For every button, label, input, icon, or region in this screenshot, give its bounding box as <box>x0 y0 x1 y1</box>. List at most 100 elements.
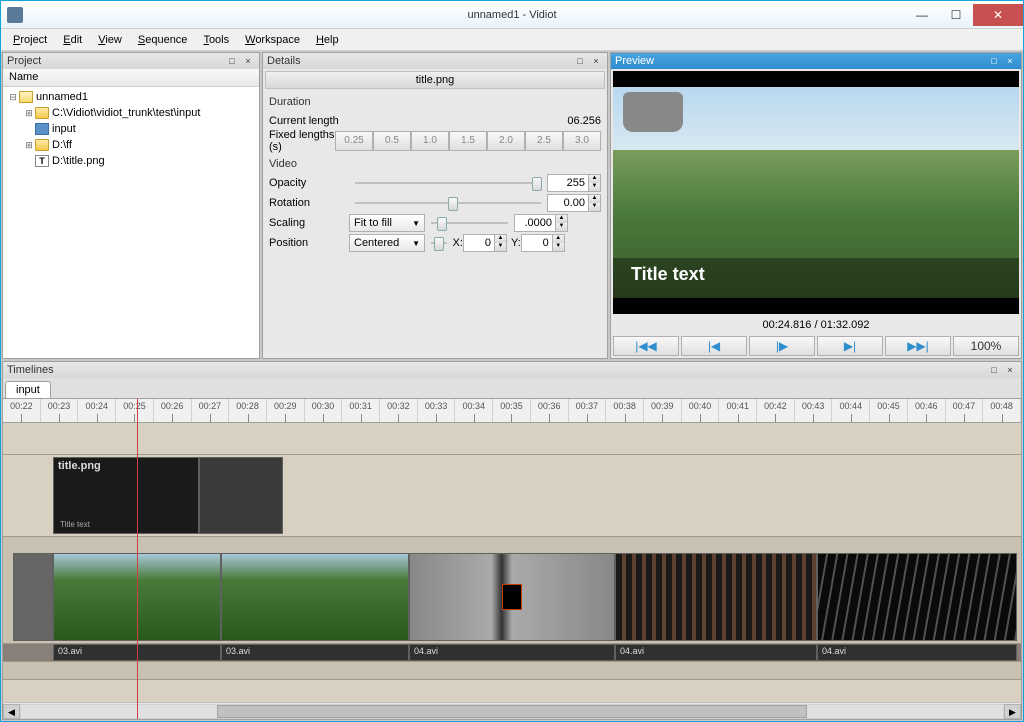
tree-expander-icon[interactable]: ⊞ <box>23 108 35 119</box>
fixed-length-button[interactable]: 0.5 <box>373 131 411 151</box>
rotation-slider[interactable] <box>355 193 541 213</box>
tree-item[interactable]: ⊞D:\ff <box>3 137 259 153</box>
ruler-tick: 00:33 <box>418 399 456 422</box>
details-panel-title: Details <box>267 55 301 67</box>
audio-clip[interactable]: 03.avi <box>221 644 409 661</box>
video-clip[interactable]: 04.avi <box>817 553 1017 641</box>
project-panel-header[interactable]: Project □ × <box>3 53 259 69</box>
preview-panel-header[interactable]: Preview □ × <box>611 53 1021 69</box>
maximize-button[interactable]: ☐ <box>939 4 973 26</box>
transport-home-button[interactable]: |◀◀ <box>613 336 679 356</box>
app-icon <box>7 7 23 23</box>
current-length-value: 06.256 <box>567 115 601 127</box>
scaling-slider[interactable] <box>431 213 508 233</box>
panel-close-icon[interactable]: × <box>1003 364 1017 376</box>
fixed-length-button[interactable]: 1.0 <box>411 131 449 151</box>
timeline-scrollbar[interactable]: ◀ ▶ <box>3 702 1021 719</box>
scroll-left-icon[interactable]: ◀ <box>3 704 20 719</box>
fixed-length-button[interactable]: 0.25 <box>335 131 373 151</box>
panel-close-icon[interactable]: × <box>1003 55 1017 67</box>
tree-expander-icon[interactable]: ⊟ <box>7 92 19 103</box>
minimize-button[interactable]: — <box>905 4 939 26</box>
menu-workspace[interactable]: Workspace <box>237 32 308 48</box>
clip-thumbnail <box>222 554 408 640</box>
panel-max-icon[interactable]: □ <box>573 55 587 67</box>
preview-zoom[interactable]: 100% <box>953 336 1019 356</box>
menu-view[interactable]: View <box>90 32 130 48</box>
fixed-length-button[interactable]: 3.0 <box>563 131 601 151</box>
menu-help[interactable]: Help <box>308 32 347 48</box>
transport-prev-button[interactable]: |◀ <box>681 336 747 356</box>
position-x-value[interactable]: 0 <box>463 234 495 252</box>
position-combo[interactable]: Centered▼ <box>349 234 425 252</box>
track-gap <box>3 662 1021 680</box>
position-slider[interactable] <box>431 233 447 253</box>
transport-play-button[interactable]: |▶ <box>749 336 815 356</box>
title-track[interactable]: title.png Title text <box>3 455 1021 537</box>
position-x-label: X: <box>453 237 463 249</box>
scroll-thumb[interactable] <box>217 705 806 718</box>
clip-thumbnail <box>616 554 816 640</box>
position-y-value[interactable]: 0 <box>521 234 553 252</box>
scaling-spinner[interactable]: ▲▼ <box>556 214 568 232</box>
rotation-value[interactable]: 0.00 <box>547 194 589 212</box>
video-clip[interactable]: 03.avi <box>221 553 409 641</box>
panel-max-icon[interactable]: □ <box>987 364 1001 376</box>
preview-viewport[interactable]: Title text <box>613 71 1019 314</box>
opacity-slider[interactable] <box>355 173 541 193</box>
details-panel-header[interactable]: Details □ × <box>263 53 607 69</box>
scaling-combo[interactable]: Fit to fill▼ <box>349 214 425 232</box>
title-clip-tail[interactable] <box>199 457 283 534</box>
tree-item[interactable]: ⊞ C:\Vidiot\vidiot_trunk\test\input <box>3 105 259 121</box>
tree-item[interactable]: TD:\title.png <box>3 153 259 169</box>
fixed-length-button[interactable]: 2.0 <box>487 131 525 151</box>
menu-edit[interactable]: Edit <box>55 32 90 48</box>
audio-clip[interactable]: 04.avi <box>409 644 615 661</box>
file-t-icon: T <box>35 155 49 167</box>
audio-clip[interactable]: 04.avi <box>615 644 817 661</box>
rotation-spinner[interactable]: ▲▼ <box>589 194 601 212</box>
title-clip[interactable]: title.png Title text <box>53 457 199 534</box>
panel-max-icon[interactable]: □ <box>225 55 239 67</box>
opacity-spinner[interactable]: ▲▼ <box>589 174 601 192</box>
ruler-tick: 00:24 <box>78 399 116 422</box>
playhead[interactable] <box>137 399 138 719</box>
menu-project[interactable]: Project <box>5 32 55 48</box>
window-title: unnamed1 - Vidiot <box>467 9 556 21</box>
video-track[interactable]: 03.avi03.avi04.avi04.avi04.avi <box>3 537 1021 644</box>
timeline-tab[interactable]: input <box>5 381 51 398</box>
tree-item[interactable]: input <box>3 121 259 137</box>
video-clip[interactable]: 04.avi <box>615 553 817 641</box>
scaling-value[interactable]: .0000 <box>514 214 556 232</box>
duration-header: Duration <box>269 96 601 108</box>
fixed-length-button[interactable]: 2.5 <box>525 131 563 151</box>
current-length-label: Current length <box>269 115 349 127</box>
tree-item[interactable]: ⊟unnamed1 <box>3 89 259 105</box>
rotation-label: Rotation <box>269 197 349 209</box>
panel-max-icon[interactable]: □ <box>987 55 1001 67</box>
tree-item-label: C:\Vidiot\vidiot_trunk\test\input <box>52 107 200 119</box>
panel-close-icon[interactable]: × <box>241 55 255 67</box>
transport-next-button[interactable]: ▶| <box>817 336 883 356</box>
fixed-length-button[interactable]: 1.5 <box>449 131 487 151</box>
audio-track[interactable]: 03.avi03.avi04.avi04.avi04.avi <box>3 644 1021 662</box>
audio-clip[interactable]: 04.avi <box>817 644 1017 661</box>
position-x-spinner[interactable]: ▲▼ <box>495 234 507 252</box>
position-y-spinner[interactable]: ▲▼ <box>553 234 565 252</box>
ruler-tick: 00:34 <box>455 399 493 422</box>
opacity-value[interactable]: 255 <box>547 174 589 192</box>
menu-tools[interactable]: Tools <box>195 32 237 48</box>
timelines-panel-header[interactable]: Timelines □ × <box>3 362 1021 378</box>
tree-expander-icon[interactable]: ⊞ <box>23 140 35 151</box>
timeline-ruler[interactable]: 00:2200:2300:2400:2500:2600:2700:2800:29… <box>3 399 1021 423</box>
menu-sequence[interactable]: Sequence <box>130 32 196 48</box>
scroll-right-icon[interactable]: ▶ <box>1004 704 1021 719</box>
preview-panel-title: Preview <box>615 55 654 67</box>
close-button[interactable]: ✕ <box>973 4 1023 26</box>
video-clip[interactable]: 04.avi <box>409 553 615 641</box>
panel-close-icon[interactable]: × <box>589 55 603 67</box>
project-panel: Project □ × Name ⊟unnamed1 ⊞ C:\Vidiot\vid… <box>2 52 260 359</box>
folder-icon <box>35 139 49 151</box>
transport-end-button[interactable]: ▶▶| <box>885 336 951 356</box>
project-column-header[interactable]: Name <box>3 69 259 87</box>
